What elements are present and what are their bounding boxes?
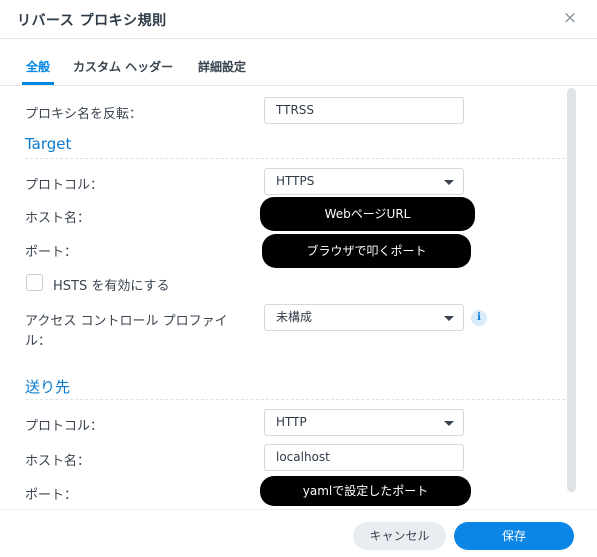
acl-profile-select[interactable]: 未構成: [264, 304, 464, 331]
chevron-down-icon: [444, 180, 454, 185]
target-protocol-value: HTTPS: [276, 174, 315, 188]
chevron-down-icon: [444, 316, 454, 321]
destination-hostname-label: ホスト名：: [25, 454, 91, 469]
target-hostname-label: ホスト名：: [25, 211, 91, 226]
tab-general[interactable]: 全般: [26, 58, 50, 75]
tab-custom-header[interactable]: カスタム ヘッダー: [73, 58, 173, 75]
target-port-redaction[interactable]: ブラウザで叩くポート: [262, 234, 471, 268]
target-section-title: Target: [25, 135, 72, 153]
cancel-button[interactable]: キャンセル: [353, 522, 446, 550]
proxy-name-input[interactable]: TTRSS: [264, 97, 464, 124]
destination-protocol-value: HTTP: [276, 415, 307, 429]
dialog-title: リバース プロキシ規則: [17, 13, 167, 29]
acl-profile-value: 未構成: [276, 310, 313, 324]
hsts-label: HSTS を有効にする: [53, 279, 170, 294]
chevron-down-icon: [444, 421, 454, 426]
target-port-label: ポート：: [25, 245, 78, 260]
proxy-name-label: プロキシ名を反転：: [25, 107, 143, 122]
acl-label-line2: ル：: [25, 334, 52, 349]
target-section-divider: [25, 158, 575, 159]
target-protocol-label: プロトコル：: [25, 178, 104, 193]
dialog-footer: キャンセル 保存: [0, 509, 597, 557]
tab-bar: 全般 カスタム ヘッダー 詳細設定: [0, 39, 597, 86]
destination-port-redaction[interactable]: yamlで設定したポート: [260, 476, 471, 506]
info-icon[interactable]: i: [471, 310, 487, 326]
destination-hostname-input[interactable]: localhost: [264, 444, 464, 471]
destination-section-divider: [25, 399, 575, 400]
scrollbar[interactable]: [567, 88, 576, 492]
target-hostname-redaction[interactable]: WebページURL: [260, 197, 475, 231]
hsts-checkbox[interactable]: [26, 274, 43, 291]
target-protocol-select[interactable]: HTTPS: [264, 168, 464, 195]
dialog-titlebar: リバース プロキシ規則 ×: [0, 0, 597, 39]
tab-advanced[interactable]: 詳細設定: [198, 58, 246, 75]
acl-label-line1: アクセス コントロール プロファイ: [25, 314, 228, 329]
tabs-divider: [0, 85, 597, 86]
destination-protocol-select[interactable]: HTTP: [264, 409, 464, 436]
destination-port-label: ポート：: [25, 488, 78, 503]
close-icon[interactable]: ×: [562, 9, 578, 27]
destination-section-title: 送り先: [25, 378, 71, 396]
save-button[interactable]: 保存: [454, 522, 574, 550]
destination-protocol-label: プロトコル：: [25, 419, 104, 434]
